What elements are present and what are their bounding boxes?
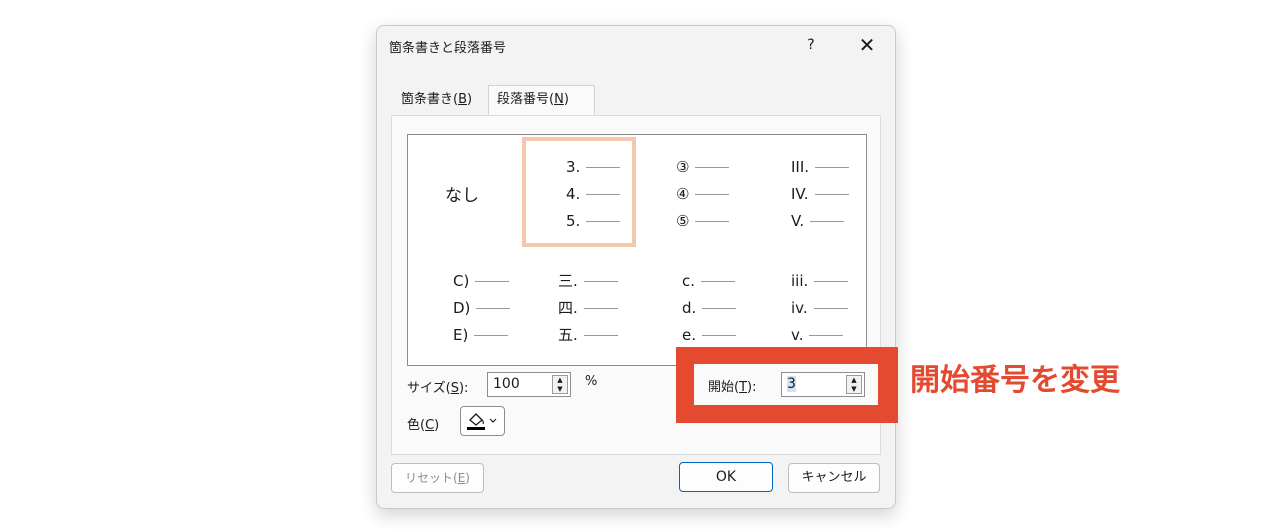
title-bar: 箇条書きと段落番号 ? ✕ xyxy=(377,26,895,64)
list-item: D) xyxy=(453,295,511,322)
paint-bucket-icon xyxy=(467,413,497,430)
spin-down-icon[interactable]: ▼ xyxy=(553,385,567,393)
start-number-value: 3 xyxy=(787,376,796,392)
list-item: v. xyxy=(791,322,844,349)
cancel-button[interactable]: キャンセル xyxy=(788,463,880,493)
list-item: d. xyxy=(682,295,737,322)
size-value: 100 xyxy=(493,376,520,392)
gallery-option-circled[interactable]: ③ ④ ⑤ xyxy=(676,154,786,262)
size-unit: % xyxy=(585,374,598,389)
color-picker-button[interactable] xyxy=(460,406,505,436)
tab-numbering[interactable]: 段落番号(N) xyxy=(488,85,595,116)
close-button[interactable]: ✕ xyxy=(855,34,879,56)
size-stepper[interactable]: 100 ▲ ▼ xyxy=(487,372,571,397)
list-item: III. xyxy=(791,154,850,181)
list-item: 5. xyxy=(566,208,621,235)
list-item: 四. xyxy=(558,295,618,322)
spin-up-icon[interactable]: ▲ xyxy=(553,376,567,384)
size-spin-buttons[interactable]: ▲ ▼ xyxy=(552,375,568,394)
start-label: 開始(T): xyxy=(708,380,757,395)
list-item: iii. xyxy=(791,268,849,295)
start-number-stepper[interactable]: 3 ▲ ▼ xyxy=(781,372,865,397)
list-item: C) xyxy=(453,268,510,295)
list-item: 五. xyxy=(558,322,618,349)
annotation-text: 開始番号を変更 xyxy=(910,363,1120,398)
list-item: 3. xyxy=(566,154,621,181)
list-item: 4. xyxy=(566,181,621,208)
size-label: サイズ(S): xyxy=(407,381,469,396)
list-item: iv. xyxy=(791,295,848,322)
tab-bullets-label: 箇条書き( xyxy=(401,92,459,107)
start-spin-buttons[interactable]: ▲ ▼ xyxy=(846,375,862,394)
dialog-title: 箇条書きと段落番号 xyxy=(389,41,507,56)
ok-button[interactable]: OK xyxy=(679,462,773,492)
tab-numbering-key: N xyxy=(554,92,564,107)
gallery-option-arabic[interactable]: 3. 4. 5. xyxy=(522,137,636,247)
list-item: E) xyxy=(453,322,509,349)
list-item: e. xyxy=(682,322,736,349)
tab-bullets[interactable]: 箇条書き(B) xyxy=(393,86,486,114)
list-item: ④ xyxy=(676,181,730,208)
color-label: 色(C) xyxy=(407,418,440,433)
numbering-gallery: なし 3. 4. 5. ③ ④ ⑤ III. IV. V. C) D) E) 三… xyxy=(407,134,867,366)
tab-bullets-key: B xyxy=(458,92,467,107)
list-item: ⑤ xyxy=(676,208,730,235)
help-button[interactable]: ? xyxy=(801,35,821,55)
tab-numbering-suffix: ) xyxy=(563,92,569,107)
start-number-area: 開始(T): 3 ▲ ▼ xyxy=(694,364,878,405)
spin-up-icon[interactable]: ▲ xyxy=(847,376,861,384)
reset-button[interactable]: リセット(E) xyxy=(391,463,484,493)
list-item: IV. xyxy=(791,181,849,208)
gallery-option-none[interactable]: なし xyxy=(408,135,518,243)
list-item: 三. xyxy=(558,268,618,295)
gallery-option-kanji[interactable]: 三. 四. 五. xyxy=(558,268,668,376)
none-label: なし xyxy=(445,186,479,206)
tab-numbering-label: 段落番号( xyxy=(497,92,555,107)
gallery-option-upper-alpha[interactable]: C) D) E) xyxy=(453,268,563,376)
list-item: c. xyxy=(682,268,736,295)
bullets-numbering-dialog: 箇条書きと段落番号 ? ✕ 箇条書き(B) 段落番号(N) なし 3. 4. 5… xyxy=(376,25,896,509)
tab-bullets-suffix: ) xyxy=(467,92,473,107)
spin-down-icon[interactable]: ▼ xyxy=(847,385,861,393)
gallery-option-upper-roman[interactable]: III. IV. V. xyxy=(791,154,865,262)
list-item: ③ xyxy=(676,154,730,181)
list-item: V. xyxy=(791,208,845,235)
